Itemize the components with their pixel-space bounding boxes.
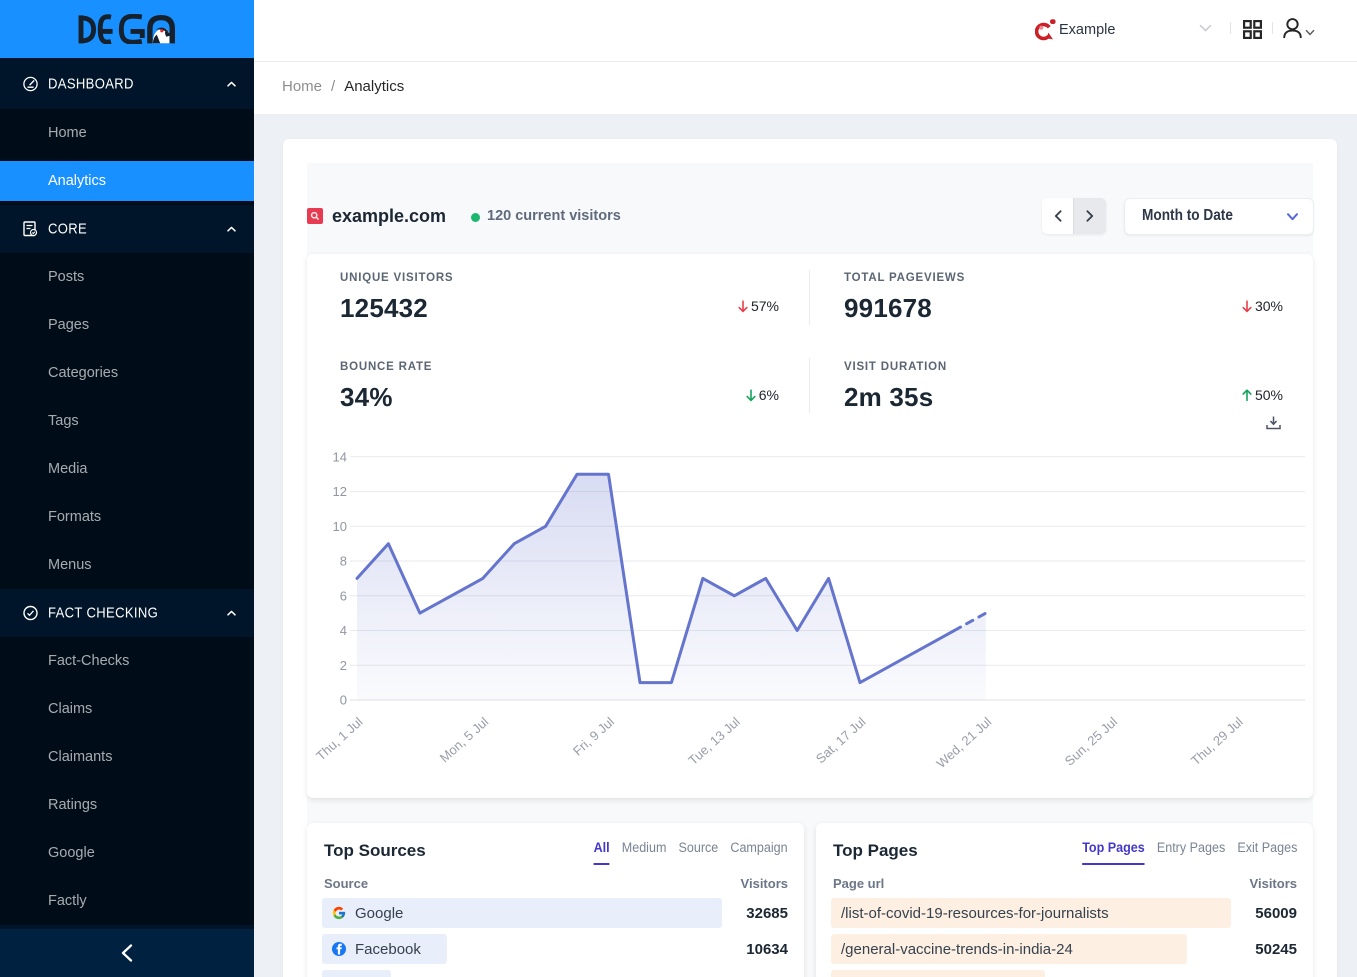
svg-text:Sat, 17 Jul: Sat, 17 Jul: [813, 714, 869, 766]
svg-text:Tue, 13 Jul: Tue, 13 Jul: [685, 714, 743, 768]
svg-text:4: 4: [340, 623, 347, 638]
svg-text:0: 0: [340, 693, 347, 708]
svg-text:8: 8: [340, 554, 347, 569]
svg-text:Wed, 21 Jul: Wed, 21 Jul: [933, 714, 994, 771]
svg-text:Thu, 1 Jul: Thu, 1 Jul: [313, 714, 366, 763]
svg-text:2: 2: [340, 658, 347, 673]
svg-text:Mon, 5 Jul: Mon, 5 Jul: [437, 714, 492, 765]
svg-text:6: 6: [340, 588, 347, 603]
svg-text:Sun, 25 Jul: Sun, 25 Jul: [1062, 714, 1120, 769]
svg-text:Thu, 29 Jul: Thu, 29 Jul: [1188, 714, 1246, 768]
svg-text:10: 10: [333, 519, 347, 534]
svg-text:12: 12: [333, 484, 347, 499]
svg-text:14: 14: [333, 449, 347, 464]
svg-text:Fri, 9 Jul: Fri, 9 Jul: [570, 714, 617, 759]
